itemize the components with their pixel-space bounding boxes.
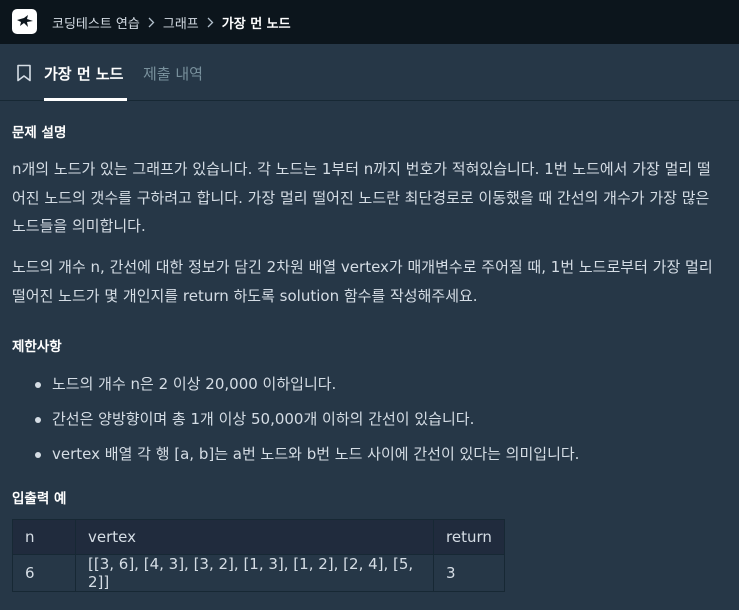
bookmark-icon[interactable]: [16, 64, 32, 82]
description-paragraph-1: n개의 노드가 있는 그래프가 있습니다. 각 노드는 1부터 n까지 번호가 …: [12, 160, 711, 235]
description-paragraph-2: 노드의 개수 n, 간선에 대한 정보가 담긴 2차원 배열 vertex가 매…: [12, 258, 713, 305]
top-navigation-bar: 코딩테스트 연습 그래프 가장 먼 노드: [0, 0, 739, 44]
tab-problem[interactable]: 가장 먼 노드: [44, 63, 123, 84]
example-heading: 입출력 예: [12, 491, 67, 507]
breadcrumb-coding-test[interactable]: 코딩테스트 연습: [52, 13, 140, 32]
limits-heading: 제한사항: [12, 339, 62, 355]
cell-vertex: [[3, 6], [4, 3], [3, 2], [1, 3], [1, 2],…: [75, 554, 434, 592]
table-row: 6 [[3, 6], [4, 3], [3, 2], [1, 3], [1, 2…: [12, 554, 505, 592]
tab-submissions[interactable]: 제출 내역: [143, 63, 203, 84]
breadcrumb-graph[interactable]: 그래프: [163, 13, 199, 32]
limit-item: 노드의 개수 n은 2 이상 20,000 이하입니다.: [28, 367, 579, 402]
breadcrumb: 코딩테스트 연습 그래프 가장 먼 노드: [52, 0, 291, 44]
programmers-logo-icon[interactable]: [12, 9, 37, 34]
chevron-right-icon: [148, 17, 155, 28]
column-header-vertex: vertex: [75, 519, 434, 555]
tab-bar: 가장 먼 노드 제출 내역: [0, 44, 739, 101]
chevron-right-icon: [207, 17, 214, 28]
example-table: n vertex return 6 [[3, 6], [4, 3], [3, 2…: [12, 519, 505, 592]
limit-item: vertex 배열 각 행 [a, b]는 a번 노드와 b번 노드 사이에 간…: [28, 437, 579, 472]
cell-return: 3: [433, 554, 505, 592]
cell-n: 6: [12, 554, 76, 592]
limit-item: 간선은 양방향이며 총 1개 이상 50,000개 이하의 간선이 있습니다.: [28, 402, 579, 437]
column-header-return: return: [433, 519, 505, 555]
limits-list: 노드의 개수 n은 2 이상 20,000 이하입니다. 간선은 양방향이며 총…: [28, 367, 579, 472]
problem-content: 문제 설명 n개의 노드가 있는 그래프가 있습니다. 각 노드는 1부터 n까…: [0, 101, 739, 610]
description-heading: 문제 설명: [12, 125, 67, 141]
breadcrumb-current: 가장 먼 노드: [221, 16, 291, 32]
table-header-row: n vertex return: [12, 519, 505, 555]
column-header-n: n: [12, 519, 76, 555]
